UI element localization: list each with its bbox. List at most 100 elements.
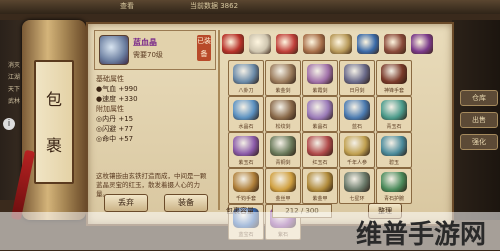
pane-divider [218,30,220,210]
inventory-slot-label: 紫金甲 [312,196,328,202]
inventory-slot[interactable]: 千钧手套 [228,168,264,204]
item-icon [307,136,333,156]
hat-icon[interactable] [384,34,406,54]
inventory-slot[interactable]: 紫金剑 [265,60,301,96]
inventory-slot[interactable]: 蓝石 [339,96,375,132]
extra-attr-header: 附加属性 [96,105,124,113]
item-stats: 基础属性 ●气血 +990 ●速度 +330 附加属性 ◎内丹 +15 ◎闪避 … [96,74,212,144]
side-left-line: 武林 [8,98,21,105]
item-icon [344,136,370,156]
side-left-line: 天下 [8,86,21,93]
equipped-badge: 已装备 [197,35,211,61]
inventory-slot[interactable]: 紫金甲 [302,168,338,204]
inventory-slot-label: 七星环 [349,196,365,202]
inventory-slot-label: 青铜剑 [275,160,291,166]
inventory-slot[interactable]: 千年人参 [339,132,375,168]
category-tabs [222,32,442,56]
inventory-slot[interactable]: 碧玉 [376,132,412,168]
inventory-slot[interactable]: 水晶石 [228,96,264,132]
inventory-slot-label: 紫霞剑 [312,88,328,94]
item-icon [381,136,407,156]
inventory-slot-label: 红玉石 [312,160,328,166]
inventory-slot-label: 蓝石 [351,124,362,130]
info-icon[interactable]: i [3,118,15,130]
item-icon [344,172,370,192]
inventory-slot[interactable]: 青石护腕 [376,168,412,204]
warehouse-button[interactable]: 仓库 [460,90,498,106]
top-status-bar: 查看 当前数据 3862 [0,0,500,14]
item-gem-icon [99,35,129,65]
item-icon [307,100,333,120]
orb-icon[interactable] [411,34,433,54]
item-header: 蓝血晶 需要70级 已装备 [94,30,216,70]
discard-button[interactable]: 丢弃 [104,194,148,212]
jewel-icon[interactable] [357,34,379,54]
scroll-title-char: 包 [45,90,62,109]
inventory-slot-label: 八卦刀 [238,88,254,94]
sack-icon[interactable] [303,34,325,54]
item-detail-pane: 蓝血晶 需要70级 已装备 基础属性 ●气血 +990 ●速度 +330 附加属… [94,30,216,214]
red-gourd-icon[interactable] [222,34,244,54]
item-level: 需要70级 [133,51,163,59]
item-name: 蓝血晶 [133,38,157,47]
extra-attr: ◎闪避 +77 [96,125,134,133]
bone-icon[interactable] [249,34,271,54]
inventory-slot-label: 水晶石 [238,124,254,130]
inventory-slot-label: 碧玉 [388,160,399,166]
item-icon [307,64,333,84]
inventory-slot-label: 紫金剑 [275,88,291,94]
base-attr-header: 基础属性 [96,75,124,83]
item-icon [233,136,259,156]
inventory-slot-label: 金丝甲 [275,196,291,202]
inventory-slot[interactable]: 金丝甲 [265,168,301,204]
inventory-slot[interactable]: 七星环 [339,168,375,204]
inventory-slot[interactable]: 八卦刀 [228,60,264,96]
inventory-slot[interactable]: 青玉石 [376,96,412,132]
item-icon [344,64,370,84]
inventory-slot-label: 青石护腕 [383,196,404,202]
item-icon [307,172,333,192]
item-icon [381,64,407,84]
inventory-slot[interactable]: 紫晶石 [302,96,338,132]
extra-attr: ◎命中 +57 [96,135,134,143]
side-left-line: 江湖 [8,74,21,81]
item-icon [270,100,296,120]
inventory-slot-label: 紫玉石 [238,160,254,166]
sell-button[interactable]: 出售 [460,112,498,128]
inventory-slot[interactable]: 松纹剑 [265,96,301,132]
scroll-icon[interactable] [330,34,352,54]
top-left-text: 查看 [120,2,134,10]
inventory-slot-label: 紫晶石 [312,124,328,130]
inventory-slot-label: 千钧手套 [235,196,256,202]
inventory-slot[interactable]: 神锋手套 [376,60,412,96]
red-cloth-icon[interactable] [276,34,298,54]
item-icon [381,100,407,120]
inventory-slot[interactable]: 紫霞剑 [302,60,338,96]
base-attr: ●速度 +330 [96,95,138,103]
scroll-title-plaque: 包 裹 [34,60,74,184]
item-icon [233,100,259,120]
inventory-slot[interactable]: 日月剑 [339,60,375,96]
side-left-line: 消灭 [8,62,21,69]
equip-button[interactable]: 装备 [164,194,208,212]
watermark-text: 维普手游网 [355,220,486,250]
inventory-slot-label: 青玉石 [386,124,402,130]
inventory-slot-label: 松纹剑 [275,124,291,130]
inventory-slot-label: 神锋手套 [383,88,404,94]
top-center-text: 当前数据 3862 [190,2,239,10]
item-icon [233,64,259,84]
base-attr: ●气血 +990 [96,85,138,93]
item-icon [270,172,296,192]
inventory-slot[interactable]: 紫玉石 [228,132,264,168]
item-icon [270,64,296,84]
enhance-button[interactable]: 强化 [460,134,498,150]
scroll-title-char: 裹 [45,136,62,155]
inventory-slot-label: 千年人参 [346,160,367,166]
inventory-slot[interactable]: 红玉石 [302,132,338,168]
item-icon [344,100,370,120]
inventory-slot-label: 日月剑 [349,88,365,94]
item-icon [233,172,259,192]
item-icon [381,172,407,192]
extra-attr: ◎内丹 +15 [96,115,134,123]
inventory-slot[interactable]: 青铜剑 [265,132,301,168]
